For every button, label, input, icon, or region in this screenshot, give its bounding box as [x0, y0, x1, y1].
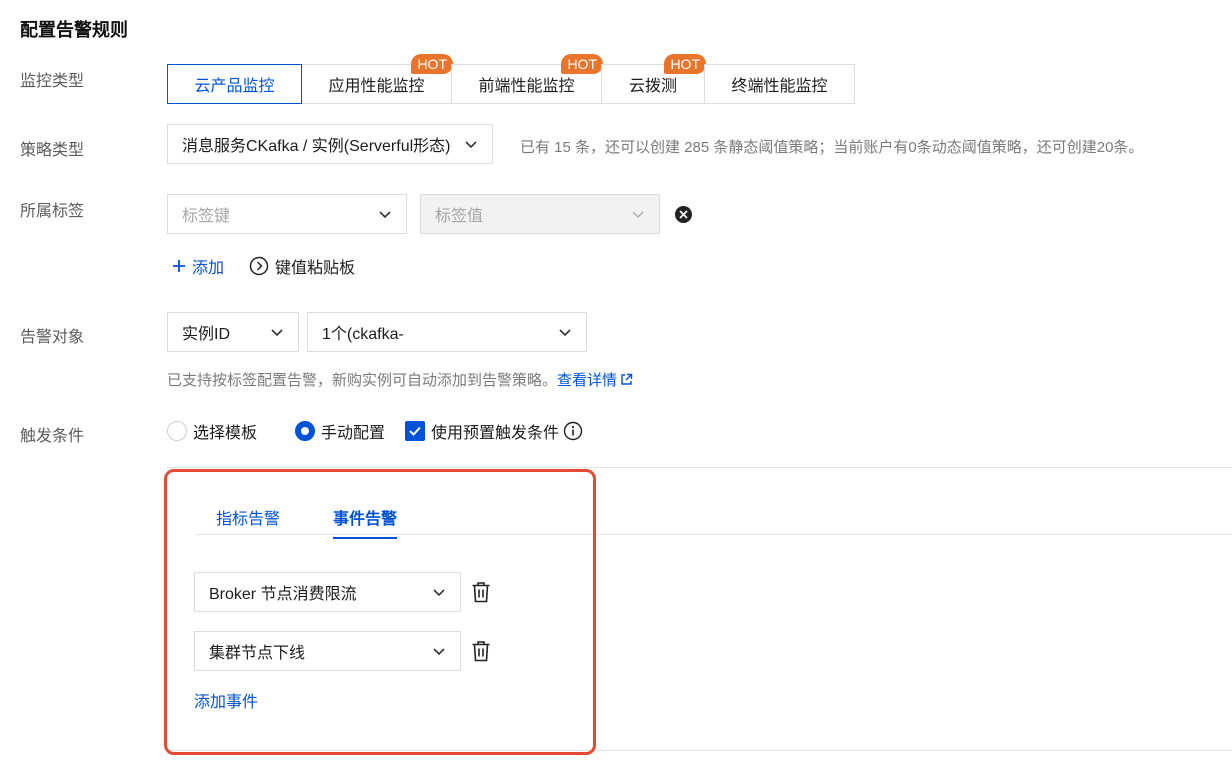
event-value: Broker 节点消费限流 [209, 586, 357, 603]
chevron-right-circle-icon [249, 256, 269, 276]
trash-icon[interactable] [471, 640, 491, 662]
tab-terminal-monitor[interactable]: 终端性能监控 [704, 64, 855, 104]
panel-bottom-divider [167, 750, 1232, 751]
tab-frontend-monitor[interactable]: 前端性能监控 HOT [451, 54, 603, 104]
hot-badge: HOT [561, 54, 603, 74]
tab-label: 指标告警 [216, 511, 281, 528]
check-icon [409, 426, 421, 436]
event-select[interactable]: 集群节点下线 [194, 631, 461, 671]
tab-label: 云产品监控 [194, 78, 275, 95]
alarm-object-type-select[interactable]: 实例ID [167, 312, 299, 352]
chevron-down-icon [379, 211, 391, 219]
add-event-button[interactable]: 添加事件 [194, 688, 258, 712]
tab-label: 应用性能监控 [328, 78, 425, 95]
checkbox-label: 使用预置触发条件 [431, 425, 560, 442]
plus-icon [173, 260, 185, 272]
preset-trigger-checkbox[interactable]: 使用预置触发条件 [405, 419, 583, 443]
tab-label: 终端性能监控 [731, 78, 828, 95]
tag-value-placeholder: 标签值 [435, 208, 484, 225]
instance-select[interactable]: 1个(ckafka- [307, 312, 587, 352]
tags-label: 所属标签 [20, 203, 85, 220]
policy-type-select[interactable]: 消息服务CKafka / 实例(Serverful形态) [167, 124, 493, 164]
instance-value: 1个(ckafka- [322, 326, 404, 343]
radio-select-template[interactable]: 选择模板 [167, 419, 257, 443]
tab-label: 事件告警 [333, 511, 398, 528]
clear-tag-button[interactable] [675, 206, 692, 223]
chevron-down-icon [632, 211, 644, 219]
trigger-label: 触发条件 [20, 428, 85, 445]
tab-cloud-product-monitor[interactable]: 云产品监控 [167, 64, 302, 104]
page-title: 配置告警规则 [20, 20, 128, 40]
tab-cloud-dial-test[interactable]: 云拨测 HOT [601, 54, 706, 104]
radio-manual-config[interactable]: 手动配置 [295, 419, 385, 443]
policy-type-value: 消息服务CKafka / 实例(Serverful形态) [182, 138, 451, 155]
add-tag-button[interactable]: 添加 [172, 254, 224, 278]
tab-metric-alarm[interactable]: 指标告警 [216, 505, 280, 537]
event-value: 集群节点下线 [209, 645, 306, 662]
tag-key-select[interactable]: 标签键 [167, 194, 407, 234]
info-icon[interactable] [563, 421, 583, 441]
alarm-object-hint: 已支持按标签配置告警，新购实例可自动添加到告警策略。查看详情 [167, 369, 633, 390]
chevron-down-icon [271, 329, 283, 337]
tab-label: 云拨测 [628, 78, 677, 95]
checkbox-checked [405, 421, 425, 441]
trash-icon[interactable] [471, 581, 491, 603]
policy-quota-hint: 已有 15 条，还可以创建 285 条静态阈值策略；当前账户有0条动态阈值策略，… [520, 139, 1144, 156]
chevron-down-icon [433, 648, 445, 656]
alarm-object-label: 告警对象 [20, 329, 85, 346]
event-select[interactable]: Broker 节点消费限流 [194, 572, 461, 612]
external-link-icon [621, 373, 633, 385]
radio-label: 选择模板 [193, 425, 258, 442]
tab-apm[interactable]: 应用性能监控 HOT [301, 54, 453, 104]
chevron-down-icon [559, 329, 571, 337]
tabs-divider [195, 534, 1232, 535]
hot-badge: HOT [411, 54, 453, 74]
monitor-type-label: 监控类型 [20, 73, 85, 90]
key-value-paste-button[interactable]: 键值粘贴板 [249, 254, 355, 278]
add-event-label: 添加事件 [194, 694, 259, 711]
view-details-label: 查看详情 [557, 372, 618, 389]
radio-circle [167, 421, 187, 441]
tab-label: 前端性能监控 [478, 78, 575, 95]
monitor-type-tabs: 云产品监控 应用性能监控 HOT 前端性能监控 HOT 云拨测 HOT 终端性能… [167, 54, 855, 104]
radio-circle [295, 421, 315, 441]
close-icon [679, 210, 688, 219]
hot-badge: HOT [664, 54, 706, 74]
alarm-object-type-value: 实例ID [182, 326, 231, 343]
key-value-paste-label: 键值粘贴板 [275, 260, 356, 277]
radio-label: 手动配置 [321, 425, 386, 442]
panel-top-divider [167, 467, 1232, 468]
tag-key-placeholder: 标签键 [182, 208, 231, 225]
chevron-down-icon [465, 141, 477, 149]
chevron-down-icon [433, 589, 445, 597]
add-tag-label: 添加 [192, 260, 225, 277]
policy-type-label: 策略类型 [20, 142, 85, 159]
tag-value-select: 标签值 [420, 194, 660, 234]
alarm-object-hint-text: 已支持按标签配置告警，新购实例可自动添加到告警策略。 [167, 372, 558, 389]
view-details-link[interactable]: 查看详情 [557, 372, 633, 389]
